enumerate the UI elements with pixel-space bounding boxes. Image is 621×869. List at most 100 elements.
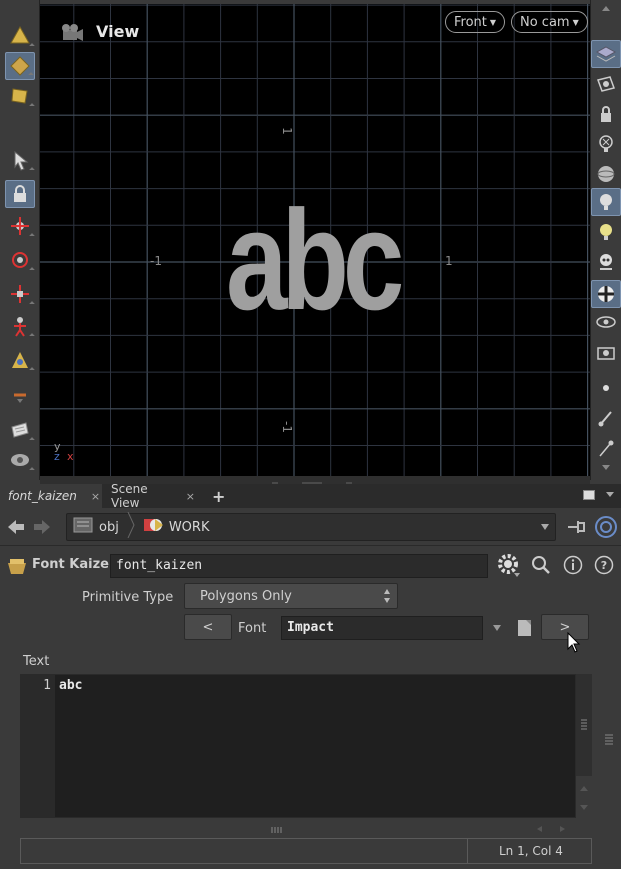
pane-tab-bar: font_kaizen × Scene View × + — [0, 482, 621, 510]
text-line: abc — [59, 678, 83, 693]
editor-scrollbar[interactable] — [576, 674, 592, 776]
lock-icon[interactable] — [5, 180, 35, 208]
tab-label: font_kaizen — [8, 489, 77, 503]
info-icon[interactable] — [562, 554, 584, 580]
path-field[interactable]: obj WORK — [66, 511, 556, 542]
pin-icon[interactable] — [566, 518, 588, 540]
view-menu[interactable]: Front ▼ — [445, 11, 506, 33]
scroll-down-icon[interactable] — [578, 802, 590, 817]
text-label: Text — [23, 654, 50, 669]
prev-font-button[interactable]: < — [184, 614, 232, 640]
scroll-up-icon[interactable] — [578, 782, 590, 797]
breadcrumb-work-label: WORK — [168, 519, 210, 535]
axis-label-top: 1 — [279, 127, 294, 135]
tab-scene-view[interactable]: Scene View × — [103, 482, 203, 510]
axis-label-left: -1 — [150, 254, 162, 268]
create-geometry-icon[interactable] — [5, 22, 35, 50]
add-tab-button[interactable]: + — [204, 484, 230, 508]
link-target-icon[interactable] — [594, 515, 618, 543]
forward-arrow-icon[interactable] — [32, 517, 52, 541]
light-icon[interactable] — [591, 218, 621, 246]
font-node-icon — [6, 556, 28, 580]
snapshot-icon[interactable] — [591, 338, 621, 366]
lock-icon[interactable] — [591, 100, 621, 128]
breadcrumb-obj-label: obj — [99, 519, 119, 535]
scroll-down-icon[interactable] — [595, 462, 617, 472]
search-icon[interactable] — [529, 553, 553, 581]
gnomon-x: x — [67, 450, 74, 463]
primitive-type-value: Polygons Only — [200, 588, 292, 604]
parameter-panel: Font Kaizen font_kaizen ? Primitive Type… — [0, 546, 621, 869]
help-icon[interactable]: ? — [593, 554, 615, 580]
primitive-type-label: Primitive Type — [82, 590, 174, 605]
breadcrumb-obj[interactable]: obj — [99, 520, 119, 535]
close-icon[interactable]: × — [91, 490, 100, 503]
status-divider — [467, 839, 468, 863]
lightbulb-icon[interactable] — [591, 188, 621, 216]
next-font-button[interactable]: > — [541, 614, 589, 640]
left-toolbar — [0, 0, 40, 480]
maximize-pane-icon[interactable] — [583, 490, 595, 500]
ghost-icon[interactable] — [591, 130, 621, 158]
axis-label-bottom: -1 — [279, 421, 294, 433]
editor-status-bar: Ln 1, Col 4 — [20, 838, 592, 864]
mouse-cursor-icon — [567, 631, 581, 658]
panel-resize-handle[interactable] — [603, 732, 615, 750]
gear-icon[interactable] — [497, 553, 521, 583]
rotate-handle-icon[interactable] — [5, 246, 35, 274]
camera-view-icon[interactable] — [591, 70, 621, 98]
edit-mode-icon[interactable] — [5, 82, 35, 110]
font-field[interactable]: Impact — [281, 616, 483, 640]
move-handle-icon[interactable] — [5, 212, 35, 240]
select-arrow-icon[interactable] — [5, 146, 35, 174]
node-type-label: Font Kaizen — [32, 557, 119, 572]
scroll-left-icon[interactable] — [534, 823, 544, 838]
right-toolbar — [590, 0, 621, 480]
node-name-field[interactable]: font_kaizen — [110, 554, 488, 578]
obj-context-icon — [73, 516, 93, 538]
transform-mode-icon[interactable] — [5, 52, 35, 80]
close-icon[interactable]: × — [186, 490, 195, 503]
dot-icon[interactable] — [591, 374, 621, 402]
handle-icon[interactable] — [5, 346, 35, 374]
camera-record-icon[interactable] — [5, 446, 35, 474]
scale-handle-icon[interactable] — [5, 280, 35, 308]
tab-label: Scene View — [111, 482, 148, 510]
primitive-type-select[interactable]: Polygons Only — [184, 583, 398, 609]
editor-resize-handle[interactable] — [270, 824, 284, 839]
back-arrow-icon[interactable] — [6, 517, 26, 541]
scene-viewport[interactable]: abc -1 1 1 -1 y z x — [40, 4, 590, 476]
geometry-text: abc — [226, 181, 404, 340]
view-menu-label: Front — [454, 14, 487, 30]
camera-menu[interactable]: No cam ▼ — [511, 11, 588, 33]
network-path-bar: obj WORK — [0, 508, 621, 546]
axis-label-right: 1 — [445, 254, 453, 268]
brush-icon[interactable] — [591, 404, 621, 432]
eye-icon[interactable] — [591, 308, 621, 336]
shaded-sphere-icon[interactable] — [591, 280, 621, 308]
skull-icon[interactable] — [591, 248, 621, 276]
shelf-note-icon[interactable] — [5, 416, 35, 444]
camera-icon[interactable] — [55, 22, 85, 50]
breadcrumb-work[interactable]: WORK — [169, 520, 210, 535]
scroll-right-icon[interactable] — [558, 823, 568, 838]
sphere-icon[interactable] — [591, 160, 621, 188]
chevron-down-icon: ▼ — [572, 17, 579, 27]
scroll-up-icon[interactable] — [595, 2, 617, 12]
magnet-icon[interactable] — [5, 384, 35, 412]
camera-menu-label: No cam — [520, 14, 570, 30]
font-dropdown-icon[interactable] — [485, 616, 509, 640]
breadcrumb-separator-icon — [127, 511, 135, 542]
text-editor[interactable]: 1 abc — [20, 674, 576, 818]
layers-icon[interactable] — [591, 40, 621, 68]
pose-icon[interactable] — [5, 312, 35, 340]
line-number: 1 — [43, 678, 51, 693]
geo-node-icon — [143, 515, 165, 539]
font-label: Font — [238, 621, 267, 636]
updown-arrows-icon — [383, 587, 391, 609]
file-browse-icon[interactable] — [515, 616, 537, 644]
path-dropdown-icon[interactable] — [539, 521, 551, 537]
pane-menu-icon[interactable] — [604, 489, 616, 505]
pick-icon[interactable] — [591, 434, 621, 462]
tab-font-kaizen[interactable]: font_kaizen × — [0, 484, 102, 508]
